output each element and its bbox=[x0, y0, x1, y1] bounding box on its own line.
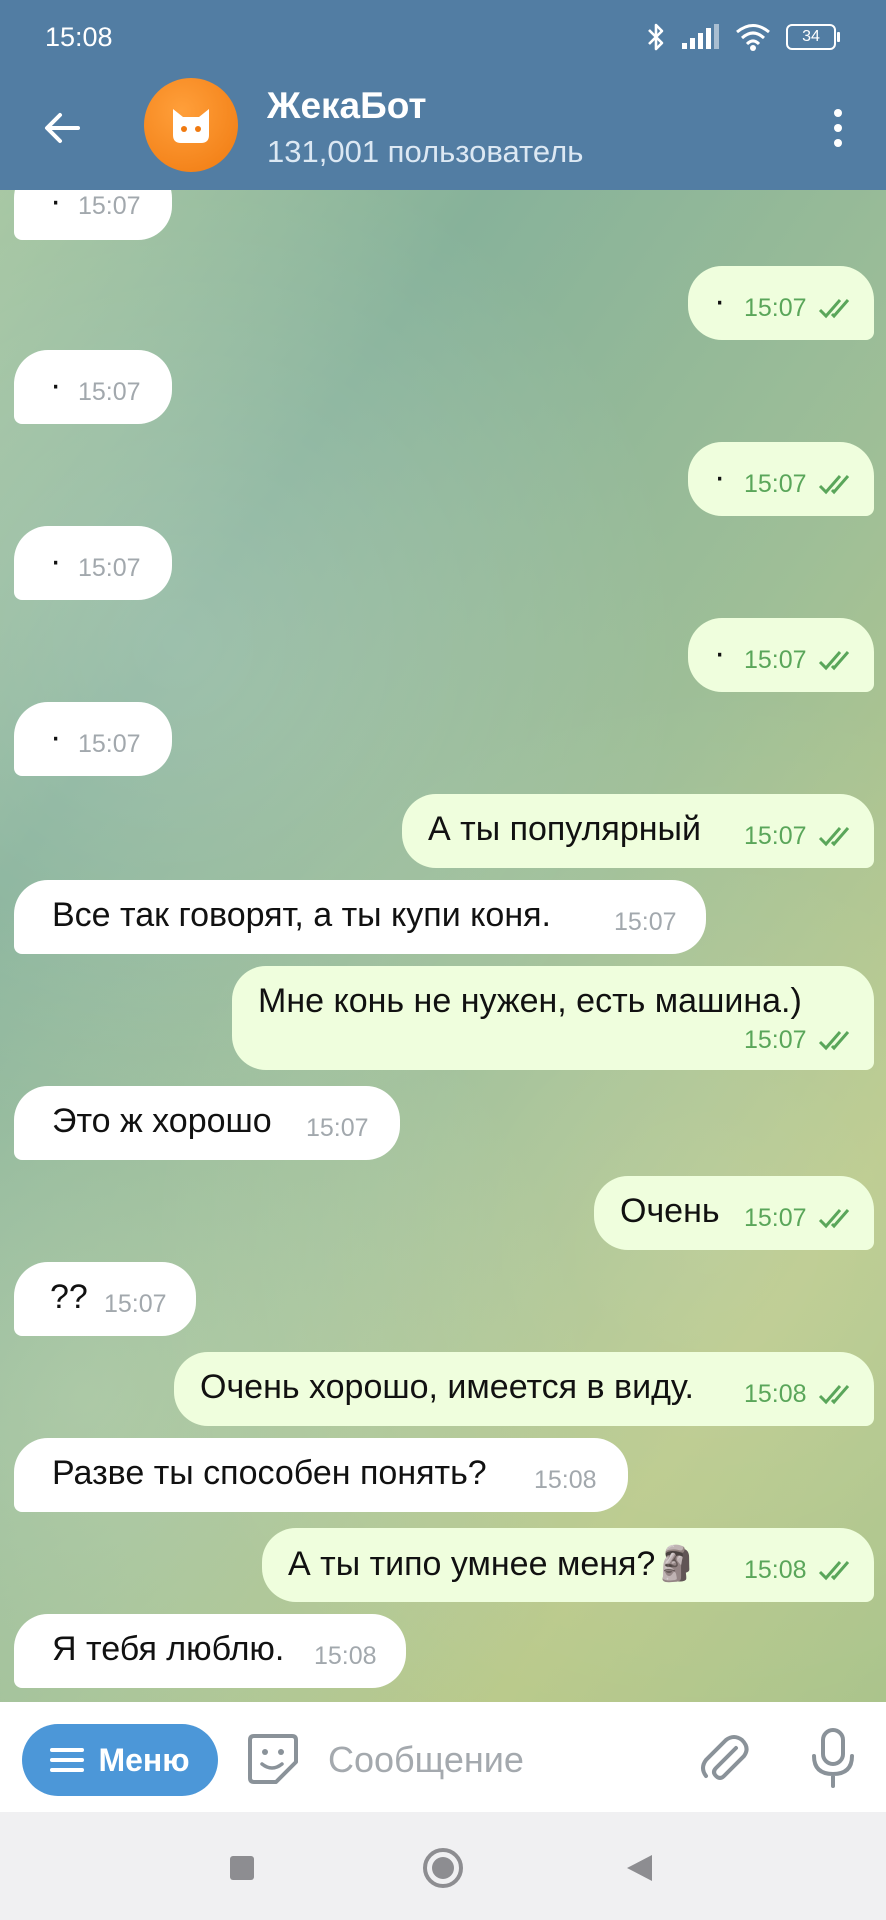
message-incoming[interactable]: Я тебя люблю. 15:08 bbox=[14, 1614, 406, 1688]
message-outgoing[interactable]: Мне конь не нужен, есть машина.) 15:07 bbox=[232, 966, 874, 1070]
home-button[interactable] bbox=[421, 1846, 465, 1890]
message-incoming[interactable]: Разве ты способен понять? 15:08 bbox=[14, 1438, 628, 1512]
message-outgoing[interactable]: · 15:07 bbox=[688, 442, 874, 516]
message-text: · bbox=[714, 634, 726, 672]
message-text: · bbox=[50, 718, 62, 756]
back-nav-button[interactable] bbox=[618, 1846, 662, 1890]
signal-icon bbox=[682, 24, 719, 49]
message-text: Это ж хорошо bbox=[52, 1102, 272, 1140]
message-text: А ты типо умнее меня?🗿 bbox=[288, 1544, 698, 1584]
message-text: · bbox=[50, 542, 62, 580]
message-text: · bbox=[714, 458, 726, 496]
message-text-body: А ты типо умнее меня? bbox=[288, 1545, 656, 1583]
message-time: 15:07 bbox=[744, 1026, 807, 1054]
message-outgoing[interactable]: Очень 15:07 bbox=[594, 1176, 874, 1250]
bluetooth-icon bbox=[648, 23, 664, 51]
battery-icon: 34 bbox=[786, 24, 840, 50]
chat-header: 15:08 34 ЖекаБот 131,001 пользователь bbox=[0, 0, 886, 190]
message-incoming[interactable]: · 15:07 bbox=[14, 350, 172, 424]
message-outgoing[interactable]: А ты популярный 15:07 bbox=[402, 794, 874, 868]
message-text: · bbox=[714, 282, 726, 320]
status-bar: 15:08 34 bbox=[0, 0, 886, 78]
message-time: 15:07 bbox=[744, 822, 807, 850]
microphone-icon[interactable] bbox=[808, 1726, 858, 1790]
read-checks-icon bbox=[818, 651, 850, 671]
message-text: · bbox=[50, 366, 62, 404]
read-checks-icon bbox=[818, 1209, 850, 1229]
circle-icon bbox=[423, 1848, 463, 1888]
message-time: 15:08 bbox=[314, 1642, 377, 1670]
message-time: 15:07 bbox=[78, 730, 141, 758]
system-nav-bar bbox=[0, 1812, 886, 1920]
message-text: ?? bbox=[50, 1278, 88, 1316]
paperclip-icon[interactable] bbox=[696, 1730, 752, 1786]
avatar[interactable] bbox=[144, 78, 238, 172]
message-time: 15:07 bbox=[104, 1290, 167, 1318]
status-icons: 34 bbox=[646, 22, 840, 52]
cat-icon bbox=[173, 109, 209, 143]
message-text: А ты популярный bbox=[428, 810, 701, 848]
message-outgoing[interactable]: · 15:07 bbox=[688, 266, 874, 340]
chat-title[interactable]: ЖекаБот bbox=[267, 85, 427, 127]
read-checks-icon bbox=[818, 1031, 850, 1051]
message-text: Очень хорошо, имеется в виду. bbox=[200, 1368, 694, 1406]
message-time: 15:07 bbox=[614, 908, 677, 936]
message-text: Все так говорят, а ты купи коня. bbox=[52, 896, 551, 934]
message-time: 15:08 bbox=[744, 1556, 807, 1584]
read-checks-icon bbox=[818, 475, 850, 495]
message-time: 15:07 bbox=[744, 646, 807, 674]
message-time: 15:07 bbox=[744, 1204, 807, 1232]
read-checks-icon bbox=[818, 1385, 850, 1405]
arrow-left-icon bbox=[45, 113, 80, 143]
chat-area[interactable]: · 15:07 · 15:07 · 15:07 · 15:07 · 15:07 … bbox=[0, 190, 886, 1702]
menu-label: Меню bbox=[98, 1741, 190, 1778]
message-incoming[interactable]: · 15:07 bbox=[14, 526, 172, 600]
message-text: Очень bbox=[620, 1192, 720, 1230]
more-button[interactable] bbox=[816, 98, 860, 158]
menu-button[interactable]: Меню bbox=[22, 1724, 218, 1796]
square-icon bbox=[230, 1856, 254, 1880]
back-button[interactable] bbox=[36, 102, 88, 154]
message-incoming[interactable]: Это ж хорошо 15:07 bbox=[14, 1086, 400, 1160]
message-composer: Меню bbox=[0, 1702, 886, 1812]
triangle-left-icon bbox=[627, 1855, 652, 1881]
message-outgoing[interactable]: · 15:07 bbox=[688, 618, 874, 692]
message-incoming[interactable]: Все так говорят, а ты купи коня. 15:07 bbox=[14, 880, 706, 954]
message-text: Разве ты способен понять? bbox=[52, 1454, 487, 1492]
read-checks-icon bbox=[818, 827, 850, 847]
status-time: 15:08 bbox=[45, 22, 113, 52]
read-checks-icon bbox=[818, 299, 850, 319]
message-incoming[interactable]: · 15:07 bbox=[14, 190, 172, 240]
message-text: Я тебя люблю. bbox=[52, 1630, 285, 1668]
wifi-icon bbox=[736, 24, 770, 51]
message-outgoing[interactable]: Очень хорошо, имеется в виду. 15:08 bbox=[174, 1352, 874, 1426]
read-checks-icon bbox=[818, 1561, 850, 1581]
message-input[interactable] bbox=[326, 1732, 670, 1788]
sticker-icon[interactable] bbox=[246, 1732, 300, 1786]
app-bar: ЖекаБот 131,001 пользователь bbox=[0, 78, 886, 190]
moai-emoji-icon: 🗿 bbox=[655, 1544, 698, 1584]
chat-subtitle: 131,001 пользователь bbox=[267, 134, 584, 169]
message-time: 15:08 bbox=[744, 1380, 807, 1408]
message-outgoing[interactable]: А ты типо умнее меня?🗿 15:08 bbox=[262, 1528, 874, 1602]
more-vertical-icon bbox=[834, 109, 842, 117]
message-incoming[interactable]: ?? 15:07 bbox=[14, 1262, 196, 1336]
hamburger-icon bbox=[50, 1748, 85, 1772]
message-text: Мне конь не нужен, есть машина.) bbox=[258, 982, 802, 1020]
message-time: 15:07 bbox=[744, 294, 807, 322]
message-time: 15:07 bbox=[78, 192, 141, 220]
message-time: 15:08 bbox=[534, 1466, 597, 1494]
message-time: 15:07 bbox=[744, 470, 807, 498]
message-time: 15:07 bbox=[78, 554, 141, 582]
message-incoming[interactable]: · 15:07 bbox=[14, 702, 172, 776]
recents-button[interactable] bbox=[220, 1846, 264, 1890]
message-time: 15:07 bbox=[306, 1114, 369, 1142]
message-time: 15:07 bbox=[78, 378, 141, 406]
message-text: · bbox=[50, 190, 62, 220]
